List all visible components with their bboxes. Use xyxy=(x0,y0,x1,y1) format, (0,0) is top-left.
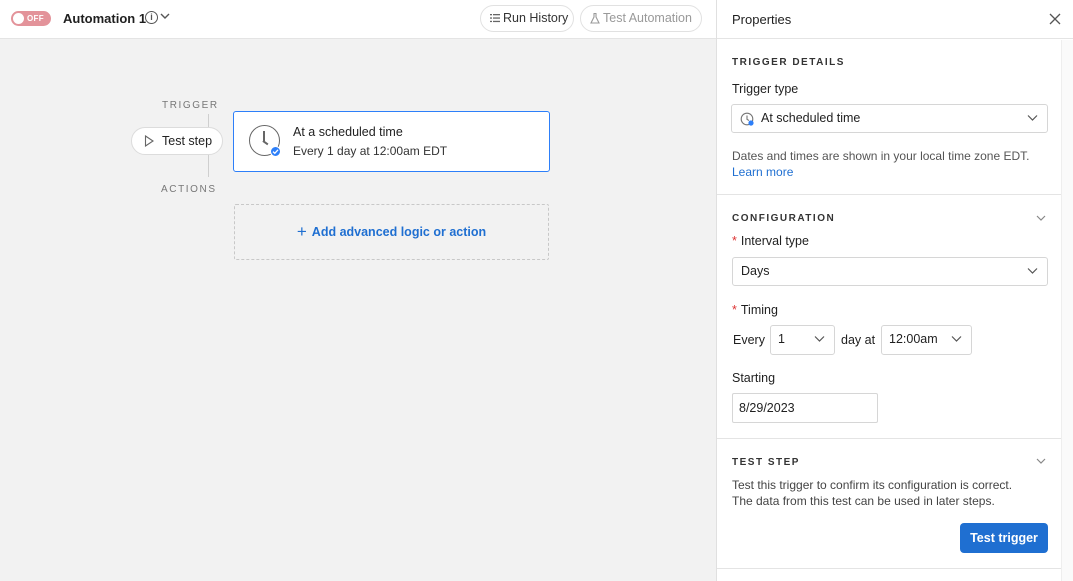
trigger-type-value: At scheduled time xyxy=(761,111,861,125)
time-select[interactable]: 12:00am xyxy=(881,325,972,355)
every-label: Every xyxy=(733,333,765,347)
chevron-down-icon xyxy=(1027,115,1038,121)
configuration-section: CONFIGURATION * Interval type Days * Timin… xyxy=(717,195,1061,439)
test-automation-button[interactable]: Test Automation xyxy=(580,5,702,32)
list-icon xyxy=(490,14,500,23)
chevron-down-icon[interactable] xyxy=(1035,456,1047,466)
trigger-type-label: Trigger type xyxy=(732,82,799,96)
test-step-button[interactable]: Test step xyxy=(131,127,223,155)
day-at-label: day at xyxy=(841,333,876,347)
connector-line-bottom xyxy=(208,155,209,177)
timezone-help-text: Dates and times are shown in your local … xyxy=(732,149,1030,163)
timing-label: * Timing xyxy=(732,303,778,317)
add-action-label: Add advanced logic or action xyxy=(311,225,487,239)
chevron-down-icon xyxy=(1027,268,1038,274)
add-action-button[interactable]: + Add advanced logic or action xyxy=(234,204,549,260)
trigger-type-select[interactable]: At scheduled time xyxy=(731,104,1048,133)
timing-text: Timing xyxy=(740,303,778,317)
run-history-label: Run History xyxy=(503,11,569,25)
chevron-down-icon xyxy=(951,336,962,342)
properties-panel: Properties TRIGGER DETAILS Trigger type … xyxy=(716,0,1073,581)
toggle-label: OFF xyxy=(27,14,44,23)
test-step-help-line2: The data from this test can be used in l… xyxy=(732,494,995,508)
panel-title: Properties xyxy=(732,12,792,27)
top-bar: OFF Automation 1 i Run History Test Auto… xyxy=(0,0,716,39)
trigger-details-section: TRIGGER DETAILS Trigger type At schedule… xyxy=(717,40,1061,195)
required-mark: * xyxy=(732,234,737,248)
learn-more-link[interactable]: Learn more xyxy=(732,164,793,180)
test-step-title: TEST STEP xyxy=(732,457,800,468)
trigger-card-subtitle: Every 1 day at 12:00am EDT xyxy=(293,144,448,158)
run-history-button[interactable]: Run History xyxy=(480,5,574,32)
workflow-canvas: TRIGGER Test step At a scheduled time Ev… xyxy=(0,40,716,581)
chevron-down-icon[interactable] xyxy=(1035,213,1047,223)
panel-header: Properties xyxy=(717,0,1073,39)
interval-type-label: * Interval type xyxy=(732,234,809,248)
clock-hand-hour xyxy=(262,140,269,146)
info-icon[interactable]: i xyxy=(145,11,158,24)
time-value: 12:00am xyxy=(889,332,938,346)
trigger-section-label: TRIGGER xyxy=(162,100,219,111)
test-step-label: Test step xyxy=(162,134,213,148)
panel-scrollbar[interactable] xyxy=(1061,40,1073,581)
trigger-card-title: At a scheduled time xyxy=(293,125,403,139)
trigger-details-title: TRIGGER DETAILS xyxy=(732,57,845,68)
interval-type-select[interactable]: Days xyxy=(732,257,1048,286)
plus-icon: + xyxy=(296,222,307,241)
chevron-down-icon xyxy=(814,336,825,342)
test-step-help-line1: Test this trigger to confirm its configu… xyxy=(732,478,1013,492)
automation-toggle[interactable]: OFF xyxy=(11,11,51,26)
close-icon[interactable] xyxy=(1048,12,1062,26)
interval-type-text: Interval type xyxy=(740,234,809,248)
test-automation-label: Test Automation xyxy=(603,11,692,25)
starting-date-input[interactable] xyxy=(732,393,878,423)
required-mark: * xyxy=(732,303,737,317)
toggle-knob xyxy=(13,13,24,24)
every-count-select[interactable]: 1 xyxy=(770,325,835,355)
connector-line-top xyxy=(208,114,209,127)
play-icon xyxy=(144,135,154,147)
scheduled-clock-icon xyxy=(740,112,754,126)
automation-name[interactable]: Automation 1 xyxy=(63,11,146,26)
starting-label: Starting xyxy=(732,371,776,385)
chevron-down-icon[interactable] xyxy=(159,9,171,23)
actions-section-label: ACTIONS xyxy=(161,184,217,195)
trigger-card[interactable]: At a scheduled time Every 1 day at 12:00… xyxy=(233,111,550,172)
configuration-title: CONFIGURATION xyxy=(732,213,836,224)
check-badge-icon xyxy=(270,146,281,157)
test-trigger-button[interactable]: Test trigger xyxy=(960,523,1048,553)
flask-icon xyxy=(590,13,600,24)
interval-type-value: Days xyxy=(741,264,770,278)
every-count-value: 1 xyxy=(778,332,785,346)
